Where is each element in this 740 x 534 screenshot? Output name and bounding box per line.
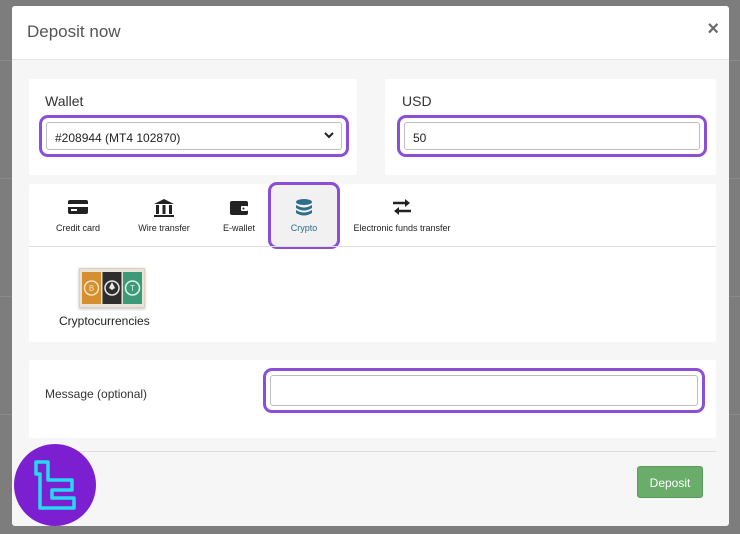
message-input[interactable] [270,375,698,406]
close-button[interactable]: × [707,19,719,39]
deposit-button[interactable]: Deposit [637,466,703,498]
wallet-icon [230,201,248,215]
currency-label: USD [402,93,432,109]
amount-input[interactable]: 50 [404,122,700,150]
cryptocurrencies-label: Cryptocurrencies [59,314,150,328]
crypto-tab-highlight [268,182,340,249]
tab-credit-card[interactable]: Credit card [43,184,113,246]
tab-label: E-wallet [222,223,255,233]
wallet-select[interactable]: #208944 (MT4 102870) [46,122,342,150]
tab-label: Electronic funds transfer [353,223,451,233]
footer-divider [29,451,716,452]
tab-label: Wire transfer [138,223,190,233]
amount-card: USD 50 [385,79,716,175]
bank-icon [154,199,174,217]
modal-title: Deposit now [27,22,121,41]
amount-value: 50 [413,131,427,145]
transfer-arrows-icon [393,199,411,215]
crypto-coins-image: B T [82,272,142,304]
wallet-highlight: #208944 (MT4 102870) [39,115,349,157]
tab-label: Credit card [55,223,100,233]
brand-logo [14,444,96,526]
payment-methods-card: Credit card Wire transfer E-wallet Crypt… [29,182,716,342]
deposit-modal: Deposit now × Wallet #208944 (MT4 102870… [12,6,729,526]
tab-wire-transfer[interactable]: Wire transfer [119,184,209,246]
wallet-card: Wallet #208944 (MT4 102870) [29,79,357,175]
message-card: Message (optional) [29,360,716,438]
svg-text:B: B [89,284,94,293]
cryptocurrencies-option[interactable]: B T [79,268,145,308]
svg-text:T: T [130,284,135,293]
logo-mark-icon [34,460,76,510]
tabs-divider [29,246,716,247]
amount-highlight: 50 [397,115,707,157]
wallet-selected-value: #208944 (MT4 102870) [55,131,181,145]
wallet-label: Wallet [45,93,84,109]
message-label: Message (optional) [45,387,148,401]
modal-header: Deposit now × [12,6,729,60]
message-highlight [263,368,705,413]
credit-card-icon [68,200,88,214]
chevron-down-icon [324,132,334,139]
tab-electronic-funds-transfer[interactable]: Electronic funds transfer [347,184,457,246]
tab-e-wallet[interactable]: E-wallet [214,184,264,246]
